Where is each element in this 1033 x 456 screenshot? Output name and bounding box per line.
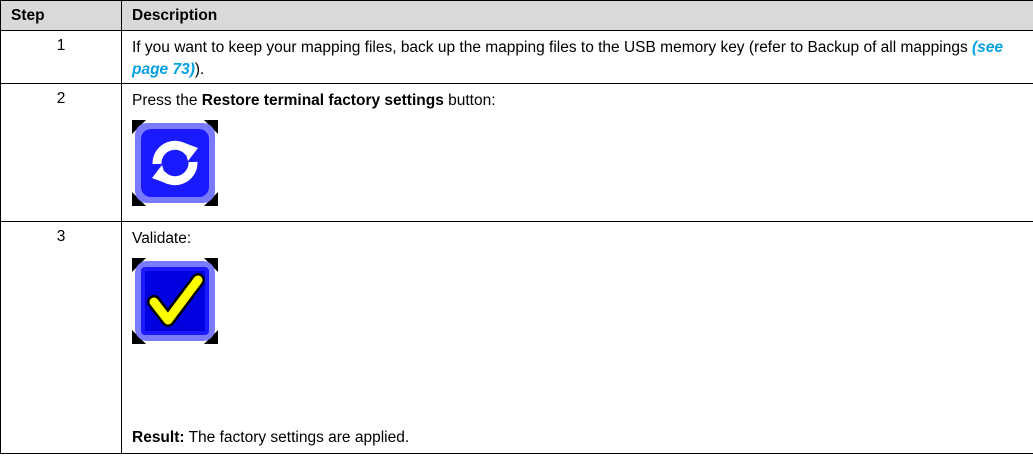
header-row: Step Description xyxy=(0,0,1033,31)
step-number: 1 xyxy=(0,30,122,84)
step-header: Step xyxy=(0,0,122,31)
step-number: 3 xyxy=(0,221,122,454)
description-header: Description xyxy=(121,0,1033,31)
result-text: The factory settings are applied. xyxy=(184,429,410,446)
description-text: Press the xyxy=(132,92,202,109)
step-number: 2 xyxy=(0,83,122,222)
description-text: If you want to keep your mapping files, … xyxy=(132,39,973,56)
step-description: Press the Restore terminal factory setti… xyxy=(121,83,1033,222)
step-description: Validate: Result: The factory settings a… xyxy=(121,221,1033,454)
step-description: If you want to keep your mapping files, … xyxy=(121,30,1033,84)
procedure-table: Step Description 1 If you want to keep y… xyxy=(0,0,1033,454)
checkmark-icon xyxy=(132,258,218,344)
result-label: Result: xyxy=(132,429,185,446)
table-row: 3 Validate: Result: The factory settings… xyxy=(0,221,1033,454)
description-text: Validate: xyxy=(132,230,192,247)
restore-icon xyxy=(132,120,218,206)
table-row: 2 Press the Restore terminal factory set… xyxy=(0,83,1033,222)
description-text-end: button: xyxy=(443,92,496,109)
description-text-end: ). xyxy=(194,61,205,78)
table-row: 1 If you want to keep your mapping files… xyxy=(0,30,1033,84)
result-line: Result: The factory settings are applied… xyxy=(132,427,409,449)
button-name: Restore terminal factory settings xyxy=(201,92,444,109)
